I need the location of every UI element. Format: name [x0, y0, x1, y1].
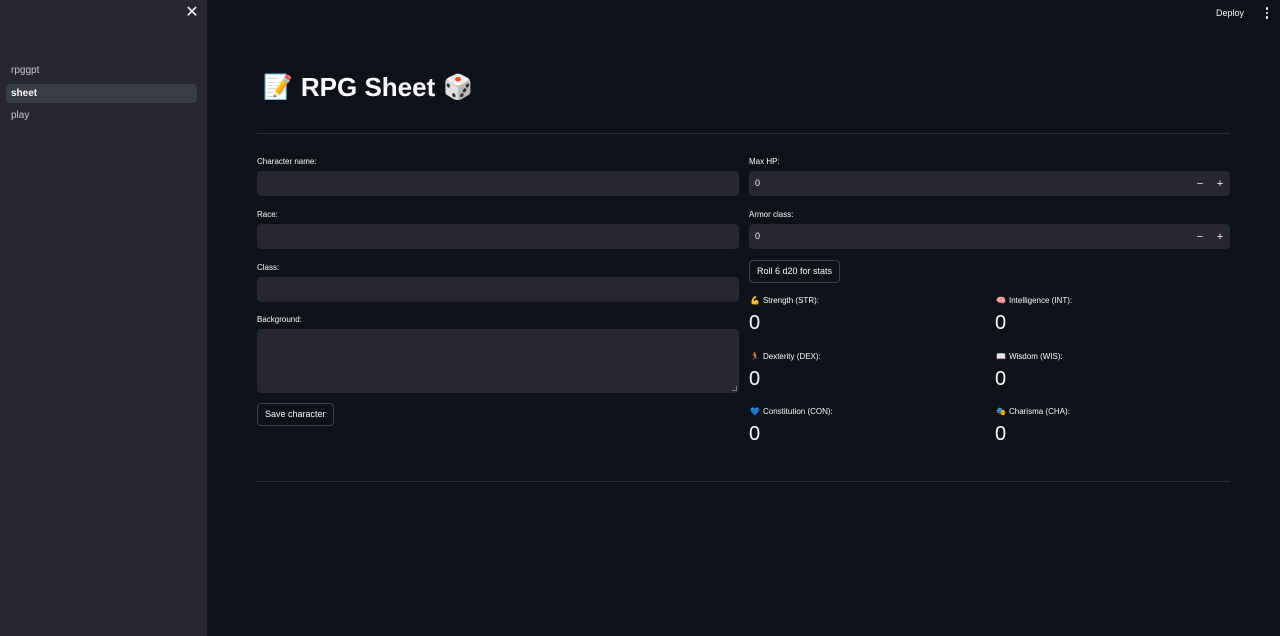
dexterity-value: 0 — [749, 368, 761, 390]
sidebar-item-rpggpt[interactable]: rpggpt — [6, 61, 197, 80]
wisdom-label: 📖 Wisdom (WIS): — [996, 352, 1063, 362]
strength-label-text: Strength (STR): — [762, 296, 819, 305]
page-title: 📝 RPG Sheet 🎲 — [263, 70, 473, 104]
constitution-label-text: Constitution (CON): — [762, 407, 833, 416]
running-person-icon: 🏃 — [750, 352, 760, 361]
strength-label: 💪 Strength (STR): — [750, 296, 819, 306]
divider-top — [257, 133, 1230, 134]
save-character-button[interactable]: Save character — [257, 403, 334, 426]
memo-icon: 📝 — [263, 73, 293, 101]
kebab-menu-icon[interactable] — [1262, 5, 1272, 21]
sidebar-nav: rpggpt sheet play — [6, 61, 197, 129]
max-hp-decrement-button[interactable]: − — [1192, 176, 1208, 192]
wisdom-label-text: Wisdom (WIS): — [1008, 352, 1063, 361]
sidebar: ✕ rpggpt sheet play — [0, 0, 207, 636]
close-sidebar-icon[interactable]: ✕ — [184, 5, 200, 21]
sidebar-item-play[interactable]: play — [6, 106, 197, 125]
armor-class-label: Armor class: — [749, 210, 794, 219]
sidebar-item-sheet[interactable]: sheet — [6, 83, 197, 103]
page-title-text: RPG Sheet — [300, 72, 436, 102]
dice-icon: 🎲 — [443, 73, 474, 101]
intelligence-value: 0 — [995, 312, 1007, 334]
background-label: Background: — [257, 315, 302, 324]
max-hp-increment-button[interactable]: + — [1212, 176, 1228, 192]
max-hp-input[interactable]: 0 — [749, 171, 1230, 196]
dexterity-label-text: Dexterity (DEX): — [762, 352, 821, 361]
open-book-icon: 📖 — [996, 352, 1006, 361]
constitution-label: 💙 Constitution (CON): — [750, 407, 833, 417]
wisdom-value: 0 — [995, 368, 1007, 390]
charisma-label: 🎭 Charisma (CHA): — [996, 407, 1070, 417]
blue-heart-icon: 💙 — [750, 407, 760, 416]
character-name-input[interactable] — [257, 171, 739, 196]
flexed-biceps-icon: 💪 — [750, 296, 760, 305]
background-textarea[interactable] — [257, 329, 739, 393]
charisma-value: 0 — [995, 423, 1007, 445]
class-input[interactable] — [257, 277, 739, 302]
max-hp-label: Max HP: — [749, 157, 780, 166]
class-label: Class: — [257, 263, 280, 272]
race-input[interactable] — [257, 224, 739, 249]
strength-value: 0 — [749, 312, 761, 334]
constitution-value: 0 — [749, 423, 761, 445]
roll-stats-button[interactable]: Roll 6 d20 for stats — [749, 260, 841, 283]
intelligence-label-text: Intelligence (INT): — [1008, 296, 1073, 305]
theater-masks-icon: 🎭 — [996, 407, 1006, 416]
deploy-button[interactable]: Deploy — [1216, 5, 1244, 21]
charisma-label-text: Charisma (CHA): — [1008, 407, 1070, 416]
divider-bottom — [257, 481, 1230, 482]
brain-icon: 🧠 — [996, 296, 1006, 305]
resize-handle[interactable] — [732, 386, 737, 391]
race-label: Race: — [257, 210, 278, 219]
armor-class-increment-button[interactable]: + — [1212, 229, 1228, 245]
intelligence-label: 🧠 Intelligence (INT): — [996, 296, 1072, 306]
character-name-label: Character name: — [257, 157, 317, 166]
armor-class-input[interactable]: 0 — [749, 224, 1230, 249]
dexterity-label: 🏃 Dexterity (DEX): — [750, 352, 821, 362]
armor-class-decrement-button[interactable]: − — [1192, 229, 1208, 245]
